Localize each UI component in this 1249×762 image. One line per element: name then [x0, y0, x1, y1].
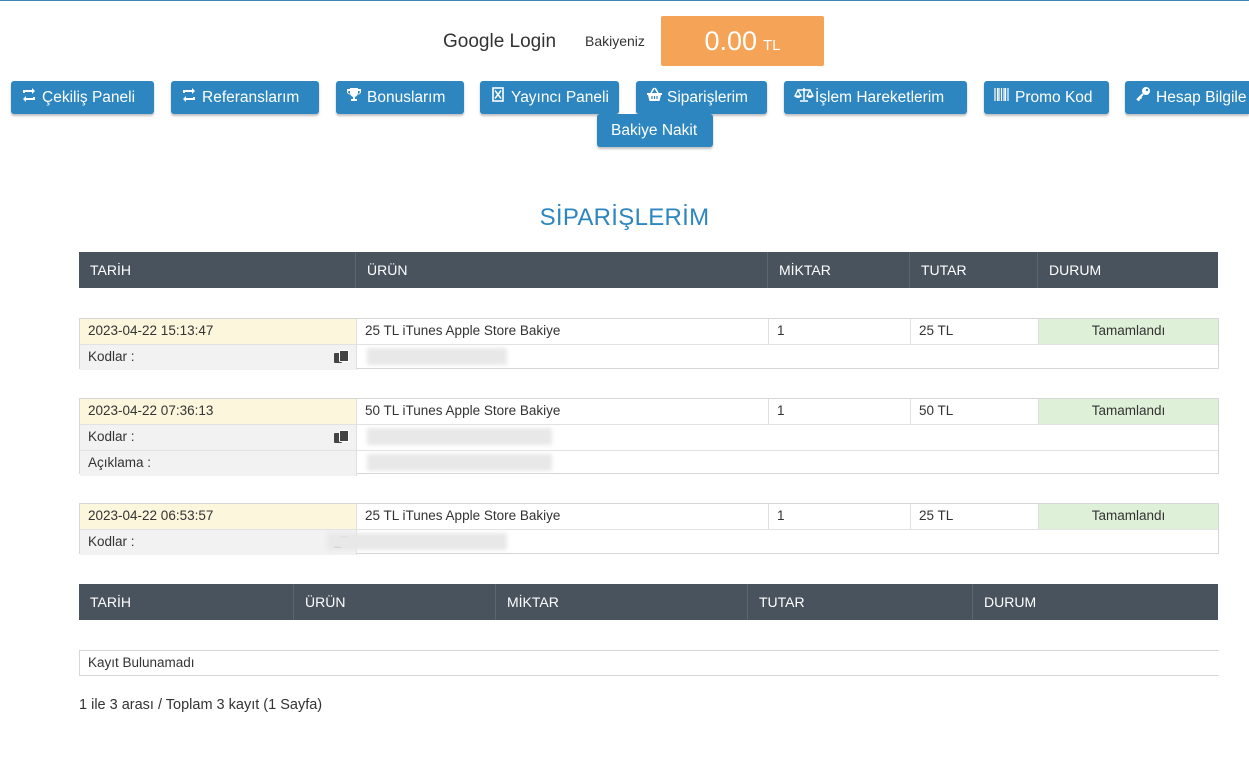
nav-label: İşlem Hareketlerim [815, 89, 945, 106]
nav-islem-hareketlerim-button[interactable]: İşlem Hareketlerim [784, 81, 967, 114]
codes-value[interactable] [356, 425, 1218, 450]
balance-currency: TL [763, 37, 781, 54]
copy-icon[interactable] [334, 430, 349, 444]
order-status: Tamamlandı [1038, 504, 1218, 529]
order-date: 2023-04-22 06:53:57 [80, 504, 356, 529]
scale-icon [793, 81, 815, 114]
key-icon [1135, 81, 1151, 114]
empty-result-row: Kayıt Bulunamadı [79, 650, 1219, 676]
codes-value[interactable] [327, 530, 1218, 555]
col-header-product: ÜRÜN [355, 252, 767, 288]
redacted-code [327, 533, 507, 550]
order-quantity: 1 [768, 504, 910, 529]
orders-table-header: TARİH ÜRÜN MİKTAR TUTAR DURUM [79, 252, 1218, 288]
nav-label: Referanslarım [202, 89, 300, 106]
barcode-icon [994, 81, 1010, 114]
order-item: 2023-04-22 06:53:57 25 TL iTunes Apple S… [79, 503, 1219, 555]
col-header-quantity: MİKTAR [767, 252, 909, 288]
codes-label-cell: Kodlar : [80, 345, 356, 370]
col-header-quantity: MİKTAR [495, 584, 747, 620]
nav-label: Çekiliş Paneli [42, 89, 136, 106]
google-login-link[interactable]: Google Login [443, 31, 556, 53]
order-amount: 50 TL [910, 399, 1038, 424]
codes-label: Kodlar : [88, 534, 135, 549]
order-date: 2023-04-22 07:36:13 [80, 399, 356, 424]
col-header-amount: TUTAR [747, 584, 972, 620]
order-amount: 25 TL [910, 504, 1038, 529]
nav-label: Bakiye Nakit [611, 122, 698, 139]
nav-label: Hesap Bilgile [1156, 89, 1247, 106]
nav-label: Bonuslarım [367, 89, 446, 106]
codes-value[interactable] [356, 345, 1218, 370]
col-header-product: ÜRÜN [293, 584, 495, 620]
balance-label: Bakiyeniz [585, 33, 645, 49]
description-label: Açıklama : [80, 451, 356, 476]
order-status: Tamamlandı [1038, 399, 1218, 424]
nav-bonuslarim-button[interactable]: Bonuslarım [336, 81, 464, 114]
order-amount: 25 TL [910, 319, 1038, 344]
order-status: Tamamlandı [1038, 319, 1218, 344]
copy-icon[interactable] [334, 350, 349, 364]
codes-label-cell: Kodlar : [80, 530, 356, 555]
order-item: 2023-04-22 07:36:13 50 TL iTunes Apple S… [79, 398, 1219, 476]
trophy-icon [346, 81, 362, 114]
nav-referanslarim-button[interactable]: Referanslarım [171, 81, 319, 114]
order-product: 50 TL iTunes Apple Store Bakiye [356, 399, 768, 424]
basket-icon [646, 81, 662, 114]
col-header-amount: TUTAR [909, 252, 1037, 288]
redacted-code [367, 428, 552, 445]
nav-label: Promo Kod [1015, 89, 1093, 106]
codes-label: Kodlar : [88, 349, 135, 364]
order-quantity: 1 [768, 319, 910, 344]
order-product: 25 TL iTunes Apple Store Bakiye [356, 504, 768, 529]
retweet-icon [181, 81, 197, 114]
top-border [0, 0, 1249, 1]
balance-display: 0.00 TL [661, 16, 824, 66]
col-header-date: TARİH [90, 262, 131, 278]
col-header-date: TARİH [90, 594, 131, 610]
order-row: 2023-04-22 06:53:57 25 TL iTunes Apple S… [80, 504, 1218, 529]
order-item: 2023-04-22 15:13:47 25 TL iTunes Apple S… [79, 318, 1219, 370]
balance-amount: 0.00 [704, 26, 758, 56]
order-codes-row: Kodlar : [80, 344, 1218, 370]
page-title: SİPARİŞLERİM [539, 204, 710, 231]
nav-cekilis-paneli-button[interactable]: Çekiliş Paneli [11, 81, 154, 114]
order-product: 25 TL iTunes Apple Store Bakiye [356, 319, 768, 344]
nav-label: Siparişlerim [667, 89, 748, 106]
col-header-status: DURUM [1037, 252, 1218, 288]
redacted-code [367, 348, 507, 365]
boxed-x-icon [490, 81, 506, 114]
col-header-status: DURUM [972, 584, 1218, 620]
codes-label: Kodlar : [88, 429, 135, 444]
order-row: 2023-04-22 15:13:47 25 TL iTunes Apple S… [80, 319, 1218, 344]
nav-bakiye-nakit-button[interactable]: Bakiye Nakit [597, 114, 713, 147]
order-date: 2023-04-22 15:13:47 [80, 319, 356, 344]
nav-hesap-bilgileri-button[interactable]: Hesap Bilgile [1125, 81, 1249, 114]
redacted-description [367, 454, 552, 471]
order-codes-row: Kodlar : [80, 529, 1218, 555]
nav-label: Yayıncı Paneli [511, 89, 609, 106]
order-description-row: Açıklama : [80, 450, 1218, 476]
order-codes-row: Kodlar : [80, 424, 1218, 450]
retweet-icon [21, 81, 37, 114]
pagination-summary: 1 ile 3 arası / Toplam 3 kayıt (1 Sayfa) [79, 697, 323, 713]
nav-promo-kod-button[interactable]: Promo Kod [984, 81, 1109, 114]
description-value [356, 451, 1218, 476]
second-table-header: TARİH ÜRÜN MİKTAR TUTAR DURUM [79, 584, 1218, 620]
order-row: 2023-04-22 07:36:13 50 TL iTunes Apple S… [80, 399, 1218, 424]
codes-label-cell: Kodlar : [80, 425, 356, 450]
nav-yayinci-paneli-button[interactable]: Yayıncı Paneli [480, 81, 619, 114]
order-quantity: 1 [768, 399, 910, 424]
nav-siparislerim-button[interactable]: Siparişlerim [636, 81, 767, 114]
